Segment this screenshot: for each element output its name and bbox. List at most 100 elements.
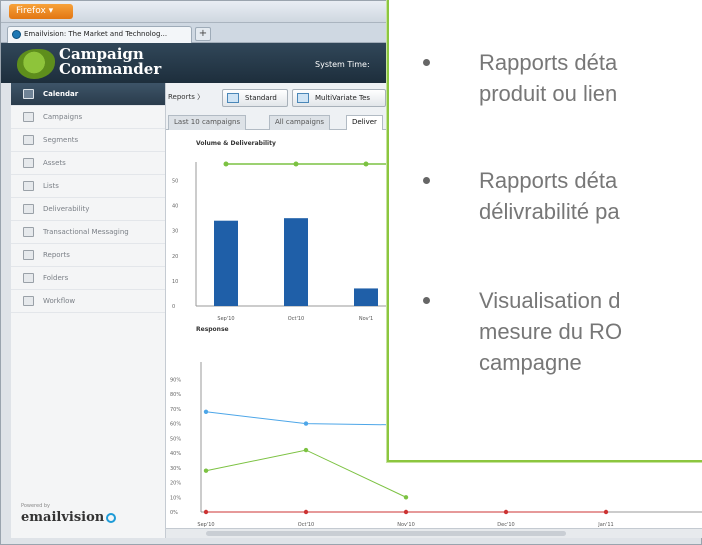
browser-tab-title: Emailvision: The Market and Technolog... (24, 30, 168, 38)
series-line (205, 449, 407, 498)
breadcrumb-reports[interactable]: Reports 〉 (168, 92, 204, 102)
sidebar-item-label: Reports (43, 251, 70, 259)
emailvision-logo: emailvision (21, 510, 117, 525)
sidebar-item-assets[interactable]: Assets (11, 152, 165, 175)
y-tick-label: 30% (170, 466, 181, 472)
logo-line-2: Commander (59, 60, 162, 78)
y-tick-label: 80% (170, 392, 181, 398)
x-tick-label: Oct'10 (288, 316, 304, 322)
sidebar-item-lists[interactable]: Lists (11, 175, 165, 198)
standard-report-icon (227, 93, 239, 103)
sidebar-item-label: Segments (43, 136, 79, 144)
bullet-text-2: mesure du RO (479, 319, 623, 344)
y-tick-label: 10% (170, 495, 181, 501)
y-tick-label: 10 (172, 279, 178, 285)
favicon-icon (12, 30, 21, 39)
brand-text: emailvision (21, 510, 105, 525)
app-window: Firefox ▾ Emailvision: The Market and Te… (0, 0, 702, 545)
top-line-point (293, 161, 299, 167)
bar (284, 218, 308, 306)
bullet-text-2: délivrabilité pa (479, 199, 620, 224)
sidebar-item-transactional-messaging[interactable]: Transactional Messaging (11, 221, 165, 244)
scrollbar-thumb[interactable] (206, 531, 566, 536)
series-point (403, 509, 409, 515)
tab-deliverability[interactable]: Deliver (346, 115, 383, 130)
transactional-icon (23, 227, 34, 237)
lists-icon (23, 181, 34, 191)
multivariate-button[interactable]: MultiVariate Tes (292, 89, 386, 107)
y-tick-label: 50% (170, 436, 181, 442)
bullet-text-1: Rapports déta (479, 168, 618, 193)
bullet-text-1: Visualisation d (479, 288, 621, 313)
deliverability-icon (23, 204, 34, 214)
bar (214, 220, 238, 306)
sidebar-item-folders[interactable]: Folders (11, 267, 165, 290)
reports-icon (23, 250, 34, 260)
y-tick-label: 70% (170, 407, 181, 413)
sidebar-item-label: Workflow (43, 297, 76, 305)
bullet-text-3: campagne (479, 350, 582, 375)
y-tick-label: 60% (170, 422, 181, 428)
series-point (303, 447, 309, 453)
workflow-icon (23, 296, 34, 306)
bullet-list: Rapports déta produit ou lien Rapports dét… (389, 0, 702, 464)
series-point (603, 509, 609, 515)
new-tab-button[interactable]: + (195, 27, 211, 41)
y-tick-label: 40 (172, 204, 178, 210)
sidebar-item-label: Transactional Messaging (43, 228, 129, 236)
sidebar-item-workflow[interactable]: Workflow (11, 290, 165, 313)
app-logo: Campaign Commander (59, 47, 161, 77)
campaigns-icon (23, 112, 34, 122)
bar (354, 288, 378, 306)
sidebar-item-label: Calendar (43, 90, 79, 98)
series-point (203, 468, 209, 473)
sidebar-item-reports[interactable]: Reports (11, 244, 165, 267)
sidebar-item-segments[interactable]: Segments (11, 129, 165, 152)
series-point (403, 495, 409, 500)
y-tick-label: 0% (170, 510, 178, 516)
powered-by-label: Powered by (21, 503, 50, 509)
calendar-icon (23, 89, 34, 99)
y-tick-label: 0 (172, 304, 175, 310)
standard-button[interactable]: Standard (222, 89, 288, 107)
series-point (303, 421, 309, 426)
x-tick-label: Nov'1 (359, 316, 373, 322)
sidebar-item-deliverability[interactable]: Deliverability (11, 198, 165, 221)
volume-chart-title: Volume & Deliverability (196, 140, 276, 147)
x-tick-label: Sep'10 (217, 316, 234, 322)
horizontal-scrollbar[interactable] (166, 528, 702, 538)
sidebar: Calendar Campaigns Segments Assets Lists Deli… (11, 83, 166, 538)
brand-circle-icon (106, 512, 117, 523)
response-chart-title: Response (196, 326, 229, 333)
firefox-menu-button[interactable]: Firefox ▾ (9, 4, 73, 19)
folders-icon (23, 273, 34, 283)
bullet-dot-icon (423, 297, 430, 304)
bullet-dot-icon (423, 177, 430, 184)
sidebar-item-label: Folders (43, 274, 69, 282)
series-point (303, 509, 309, 515)
bullet-dot-icon (423, 59, 430, 66)
y-tick-label: 20% (170, 481, 181, 487)
series-point (203, 409, 209, 414)
y-tick-label: 40% (170, 451, 181, 457)
series-point (203, 509, 209, 515)
tab-all-campaigns[interactable]: All campaigns (269, 115, 331, 130)
sidebar-item-label: Assets (43, 159, 66, 167)
y-tick-label: 30 (172, 229, 178, 235)
sidebar-item-calendar[interactable]: Calendar (11, 83, 165, 106)
sidebar-item-label: Deliverability (43, 205, 90, 213)
sidebar-item-campaigns[interactable]: Campaigns (11, 106, 165, 129)
series-point (503, 509, 509, 515)
segments-icon (23, 135, 34, 145)
top-line-point (363, 161, 369, 167)
tab-last-10-campaigns[interactable]: Last 10 campaigns (168, 115, 247, 130)
y-tick-label: 20 (172, 254, 178, 260)
browser-tab[interactable]: Emailvision: The Market and Technolog... (7, 26, 192, 43)
assets-icon (23, 158, 34, 168)
sidebar-item-label: Lists (43, 182, 59, 190)
y-tick-label: 90% (170, 377, 181, 383)
bullet-text-1: Rapports déta (479, 50, 618, 75)
top-line-point (223, 161, 229, 167)
system-time: System Time: (315, 60, 370, 69)
presentation-overlay: Rapports déta produit ou lien Rapports dét… (387, 0, 702, 462)
